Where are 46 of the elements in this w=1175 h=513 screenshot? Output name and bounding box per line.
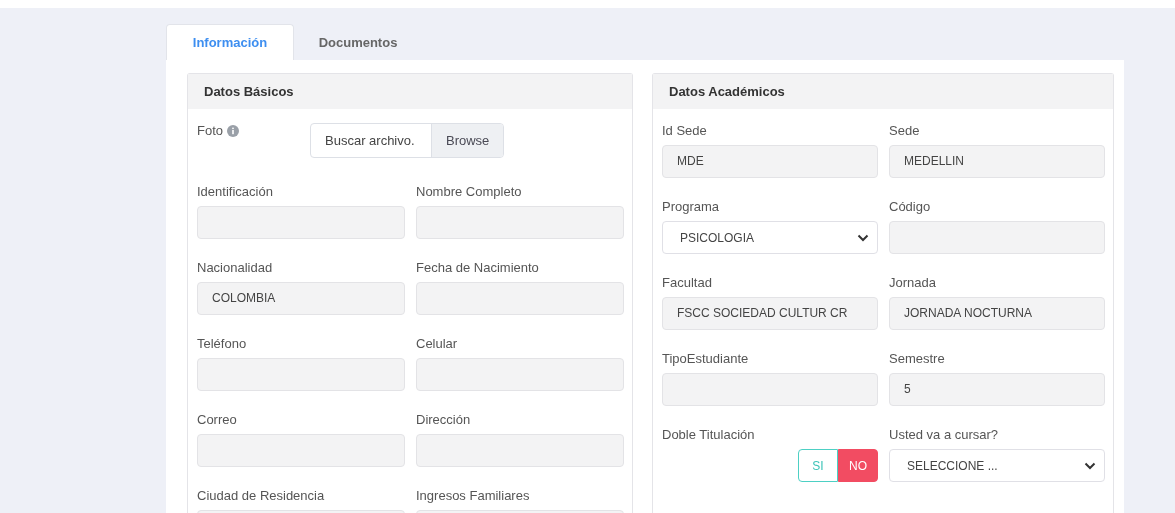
field-label: Semestre	[889, 351, 946, 366]
tab[interactable]: Documentos	[294, 24, 422, 60]
field-label: Jornada	[889, 275, 937, 290]
field-label: Nacionalidad	[197, 260, 274, 275]
field-label: TipoEstudiante	[662, 351, 750, 366]
input-field[interactable]: FSCC SOCIEDAD CULTUR CR	[662, 297, 878, 330]
field-label: Celular	[416, 336, 459, 351]
toggle-option[interactable]: NO	[838, 449, 878, 482]
field-label: Fecha de Nacimiento	[416, 260, 540, 275]
input-field[interactable]	[662, 373, 878, 406]
field-label: Ciudad de Residencia	[197, 488, 326, 503]
field-label: Nombre Completo	[416, 184, 523, 199]
input-field[interactable]: MEDELLIN	[889, 145, 1105, 178]
dropdown[interactable]: PSICOLOGIA	[662, 221, 878, 254]
input-field[interactable]: 5	[889, 373, 1105, 406]
field-label: Id Sede	[662, 123, 708, 138]
field-label: Programa	[662, 199, 721, 214]
input-field[interactable]	[416, 434, 624, 467]
input-field[interactable]	[416, 358, 624, 391]
card-title: Datos Académicos	[653, 74, 1113, 109]
info-icon	[227, 125, 239, 137]
field-label: Identificación	[197, 184, 274, 199]
input-field[interactable]: COLOMBIA	[197, 282, 405, 315]
field-label: Facultad	[662, 275, 713, 290]
field-label: Doble Titulación	[662, 427, 756, 442]
field-label: Código	[889, 199, 932, 214]
field-label: Usted va a cursar?	[889, 427, 1000, 442]
field-label: Correo	[197, 412, 238, 427]
input-field[interactable]	[889, 221, 1105, 254]
input-field[interactable]	[197, 358, 405, 391]
input-field[interactable]	[197, 206, 405, 239]
field-label: Sede	[889, 123, 921, 138]
dropdown[interactable]: SELECCIONE ...	[889, 449, 1105, 482]
field-label: Ingresos Familiares	[416, 488, 531, 503]
chevron-down-icon	[1084, 461, 1096, 470]
file-input[interactable]: Buscar archivo. Browse	[310, 123, 505, 158]
input-field[interactable]: MDE	[662, 145, 878, 178]
field-label: Dirección	[416, 412, 472, 427]
chevron-down-icon	[857, 233, 869, 242]
input-field[interactable]	[197, 434, 405, 467]
input-field[interactable]: JORNADA NOCTURNA	[889, 297, 1105, 330]
input-field[interactable]	[416, 206, 624, 239]
field-label: Teléfono	[197, 336, 248, 351]
input-field[interactable]	[416, 282, 624, 315]
card-title: Datos Básicos	[188, 74, 632, 109]
field-label: Foto	[197, 123, 223, 138]
